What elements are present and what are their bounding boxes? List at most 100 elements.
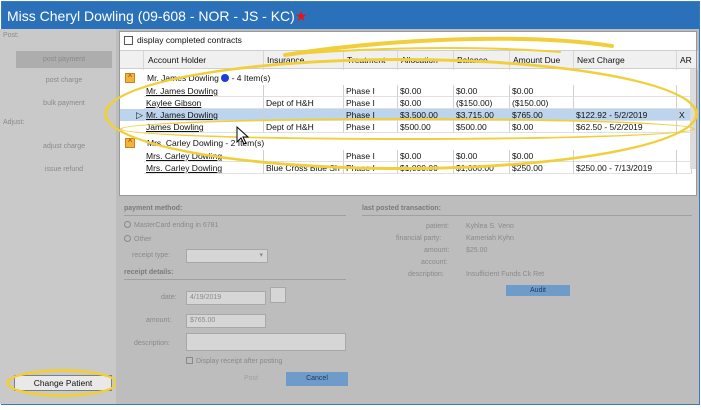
lp-description-label: description: bbox=[408, 271, 444, 278]
header-allocation[interactable]: Allocation bbox=[398, 51, 454, 70]
cell-balance: $3,715.00 bbox=[454, 109, 510, 121]
bulk-payment-button[interactable]: bulk payment bbox=[16, 95, 112, 112]
cell-allocation: $1,000.00 bbox=[398, 162, 454, 174]
post-heading: Post: bbox=[3, 32, 19, 39]
post-payment-button[interactable]: post payment bbox=[16, 51, 112, 68]
table-row[interactable]: Mrs. Carley Dowling Phase I $0.00 $0.00 … bbox=[120, 150, 696, 162]
audit-button[interactable]: Audit bbox=[506, 285, 570, 296]
sidebar: Post: post payment post charge bulk paym… bbox=[0, 29, 118, 404]
lp-amount-label: amount: bbox=[424, 247, 450, 254]
cell-insurance: Blue Cross Blue Sh bbox=[264, 162, 344, 174]
cell-next-charge: $122.92 - 5/2/2019 bbox=[574, 109, 677, 121]
cell-allocation: $3,500.00 bbox=[398, 109, 454, 121]
cancel-button[interactable]: Cancel bbox=[286, 372, 348, 386]
contracts-grid: display completed contracts Account Hold… bbox=[119, 31, 698, 196]
star-icon: ★ bbox=[294, 8, 308, 24]
cell-amount-due: $250.00 bbox=[510, 162, 574, 174]
lp-patient-label: patient: bbox=[426, 223, 449, 230]
cell-account-holder[interactable]: Mrs. Carley Dowling bbox=[144, 162, 264, 174]
description-label: description: bbox=[134, 340, 170, 347]
cell-amount-due: $765.00 bbox=[510, 109, 574, 121]
calendar-icon[interactable] bbox=[270, 287, 286, 303]
cell-treatment: Phase I bbox=[344, 85, 398, 97]
header-treatment[interactable]: Treatment bbox=[344, 51, 398, 70]
cell-allocation: $0.00 bbox=[398, 97, 454, 109]
date-input[interactable]: 4/19/2019 bbox=[186, 291, 266, 305]
header-account-holder[interactable]: Account Holder bbox=[144, 51, 264, 70]
collapse-icon[interactable]: ^ bbox=[125, 138, 135, 148]
cell-insurance bbox=[264, 150, 344, 162]
cell-treatment: Phase I bbox=[344, 162, 398, 174]
header-next-charge[interactable]: Next Charge bbox=[574, 51, 677, 70]
last-posted-heading: last posted transaction: bbox=[362, 205, 441, 212]
cell-balance: $0.00 bbox=[454, 85, 510, 97]
cell-balance: $1,000.00 bbox=[454, 162, 510, 174]
payment-method-other-radio[interactable]: Other bbox=[124, 235, 152, 243]
cell-amount-due: $0.00 bbox=[510, 121, 574, 133]
cell-account-holder[interactable]: Kaylee Gibson bbox=[144, 97, 264, 109]
lp-patient-value: Kyhlea S. Veno bbox=[466, 223, 514, 230]
issue-refund-button[interactable]: issue refund bbox=[16, 161, 112, 178]
description-input[interactable] bbox=[186, 333, 346, 351]
change-patient-highlight bbox=[6, 369, 118, 397]
chevron-down-icon: ▾ bbox=[259, 252, 263, 259]
cell-allocation: $500.00 bbox=[398, 121, 454, 133]
lp-financial-party-value: Kameriah Kyhn bbox=[466, 235, 514, 242]
window-title: Miss Cheryl Dowling (09-608 - NOR - JS -… bbox=[7, 8, 295, 24]
cell-next-charge bbox=[574, 150, 677, 162]
receipt-type-select[interactable]: ▾ bbox=[186, 249, 268, 263]
display-completed-label: display completed contracts bbox=[137, 35, 242, 45]
header-ar[interactable]: AR bbox=[677, 51, 698, 70]
table-row[interactable]: Kaylee Gibson Dept of H&H Phase I $0.00 … bbox=[120, 97, 696, 109]
cell-account-holder[interactable]: Mr. James Dowling bbox=[144, 109, 264, 121]
lp-financial-party-label: financial party: bbox=[396, 235, 442, 242]
date-label: date: bbox=[161, 294, 177, 301]
collapse-icon[interactable]: ^ bbox=[125, 73, 135, 83]
lp-amount-value: $25.00 bbox=[466, 247, 488, 254]
receipt-details-heading: receipt details: bbox=[124, 269, 174, 276]
group-label: Mr. James Dowling - 4 Item(s) bbox=[147, 73, 270, 83]
group-count: - 4 Item(s) bbox=[231, 73, 271, 83]
mouse-cursor-icon bbox=[236, 126, 250, 145]
title-bar: Miss Cheryl Dowling (09-608 - NOR - JS -… bbox=[2, 2, 699, 31]
adjust-charge-button[interactable]: adjust charge bbox=[16, 138, 112, 155]
table-row[interactable]: Mrs. Carley Dowling Blue Cross Blue Sh P… bbox=[120, 162, 696, 174]
display-completed-checkbox[interactable]: display completed contracts bbox=[124, 34, 242, 46]
header-balance[interactable]: Balance bbox=[454, 51, 510, 70]
group-name: Mr. James Dowling bbox=[147, 73, 219, 83]
group-header[interactable]: ^ Mrs. Carley Dowling - 2 Item(s) bbox=[120, 137, 696, 150]
cell-treatment: Phase I bbox=[344, 121, 398, 133]
payment-method-other-label: Other bbox=[134, 236, 152, 243]
grid-header: Account Holder Insurance Treatment Alloc… bbox=[120, 50, 698, 70]
group-header[interactable]: ^ Mr. James Dowling - 4 Item(s) bbox=[120, 72, 696, 85]
vertical-scrollbar[interactable] bbox=[690, 69, 696, 169]
header-spacer bbox=[120, 51, 144, 70]
amount-input[interactable]: $765.00 bbox=[186, 314, 266, 328]
amount-label: amount: bbox=[146, 317, 172, 324]
divider bbox=[362, 215, 692, 216]
header-amount-due[interactable]: Amount Due bbox=[510, 51, 574, 70]
table-row-selected[interactable]: ▷ Mr. James Dowling Phase I $3,500.00 $3… bbox=[120, 109, 696, 121]
receipt-type-label: receipt type: bbox=[132, 252, 171, 259]
cell-treatment: Phase I bbox=[344, 150, 398, 162]
payment-method-card-radio[interactable]: MasterCard ending in 6781 bbox=[124, 221, 218, 229]
post-button[interactable]: Post bbox=[226, 372, 276, 386]
cell-amount-due: $0.00 bbox=[510, 150, 574, 162]
header-insurance[interactable]: Insurance bbox=[264, 51, 344, 70]
cell-next-charge bbox=[574, 85, 677, 97]
cell-account-holder[interactable]: Mr. James Dowling bbox=[144, 85, 264, 97]
table-row[interactable]: James Dowling Dept of H&H Phase I $500.0… bbox=[120, 121, 696, 133]
post-charge-button[interactable]: post charge bbox=[16, 72, 112, 89]
cell-next-charge: $250.00 - 7/13/2019 bbox=[574, 162, 677, 174]
cell-next-charge bbox=[574, 97, 677, 109]
table-row[interactable]: Mr. James Dowling Phase I $0.00 $0.00 $0… bbox=[120, 85, 696, 97]
checkbox-box[interactable] bbox=[124, 35, 133, 45]
divider bbox=[124, 215, 346, 216]
cell-account-holder[interactable]: Mrs. Carley Dowling bbox=[144, 150, 264, 162]
row-selected-marker-icon: ▷ bbox=[136, 110, 143, 120]
cell-amount-due: $0.00 bbox=[510, 85, 574, 97]
display-receipt-checkbox[interactable]: Display receipt after posting bbox=[186, 357, 282, 365]
cell-insurance: Dept of H&H bbox=[264, 121, 344, 133]
divider bbox=[124, 279, 346, 280]
cell-balance: $500.00 bbox=[454, 121, 510, 133]
